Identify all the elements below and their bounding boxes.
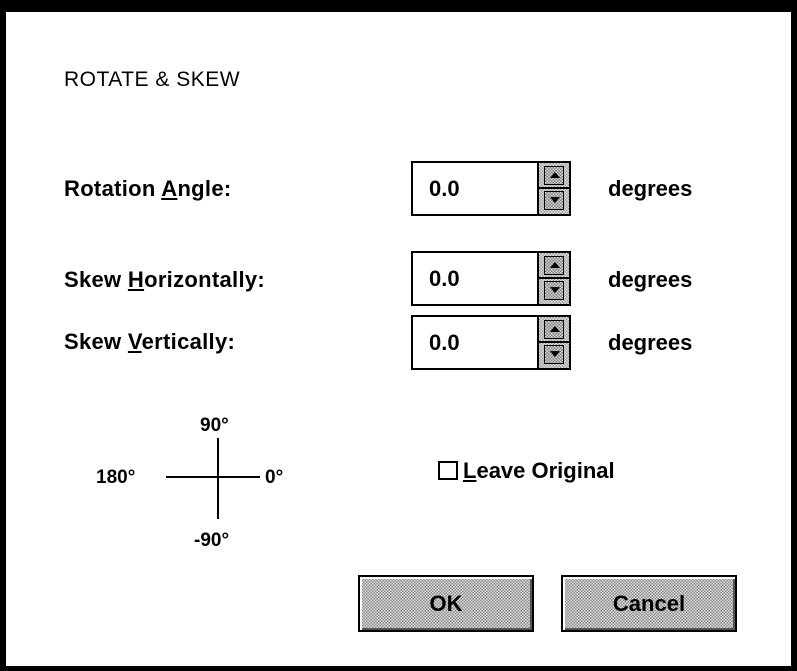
arrow-down-icon: [550, 197, 560, 203]
skew-horizontally-spinner[interactable]: [537, 253, 569, 304]
compass-label-0: 0°: [265, 467, 284, 488]
compass-label-90: 90°: [200, 415, 229, 436]
arrow-up-icon: [550, 172, 560, 178]
compass-vertical-axis: [217, 438, 219, 519]
leave-original-label[interactable]: Leave Original: [463, 458, 615, 484]
compass-label-minus-90: -90°: [194, 530, 230, 551]
spinner-divider: [539, 277, 569, 279]
spin-up-button[interactable]: [544, 166, 564, 185]
compass-horizontal-axis: [166, 476, 260, 478]
rotation-angle-label: Rotation Angle:: [64, 176, 232, 201]
skew-horizontally-label: Skew Horizontally:: [64, 267, 266, 292]
rotation-angle-input[interactable]: [413, 163, 535, 214]
ok-button[interactable]: OK: [358, 575, 534, 632]
rotate-skew-dialog: ROTATE & SKEW Rotation Angle: degrees Sk…: [0, 0, 797, 671]
skew-vertically-field[interactable]: [411, 315, 571, 370]
arrow-up-icon: [550, 262, 560, 268]
spin-down-button[interactable]: [544, 281, 564, 300]
leave-original-checkbox[interactable]: [438, 461, 458, 480]
rotation-unit-label: degrees: [608, 176, 693, 201]
spin-up-button[interactable]: [544, 256, 564, 275]
skew-vertically-input[interactable]: [413, 317, 535, 368]
skew-horizontally-unit-label: degrees: [608, 267, 693, 292]
spin-down-button[interactable]: [544, 191, 564, 210]
skew-horizontally-input[interactable]: [413, 253, 535, 304]
spin-down-button[interactable]: [544, 345, 564, 364]
arrow-down-icon: [550, 351, 560, 357]
skew-horizontally-field[interactable]: [411, 251, 571, 306]
dialog-title: ROTATE & SKEW: [64, 68, 241, 91]
compass-label-180: 180°: [96, 467, 136, 488]
skew-vertically-spinner[interactable]: [537, 317, 569, 368]
arrow-up-icon: [550, 326, 560, 332]
skew-vertically-label: Skew Vertically:: [64, 329, 236, 354]
spin-up-button[interactable]: [544, 320, 564, 339]
rotation-angle-spinner[interactable]: [537, 163, 569, 214]
spinner-divider: [539, 187, 569, 189]
arrow-down-icon: [550, 287, 560, 293]
cancel-button[interactable]: Cancel: [561, 575, 737, 632]
spinner-divider: [539, 341, 569, 343]
skew-vertically-unit-label: degrees: [608, 330, 693, 355]
rotation-angle-field[interactable]: [411, 161, 571, 216]
